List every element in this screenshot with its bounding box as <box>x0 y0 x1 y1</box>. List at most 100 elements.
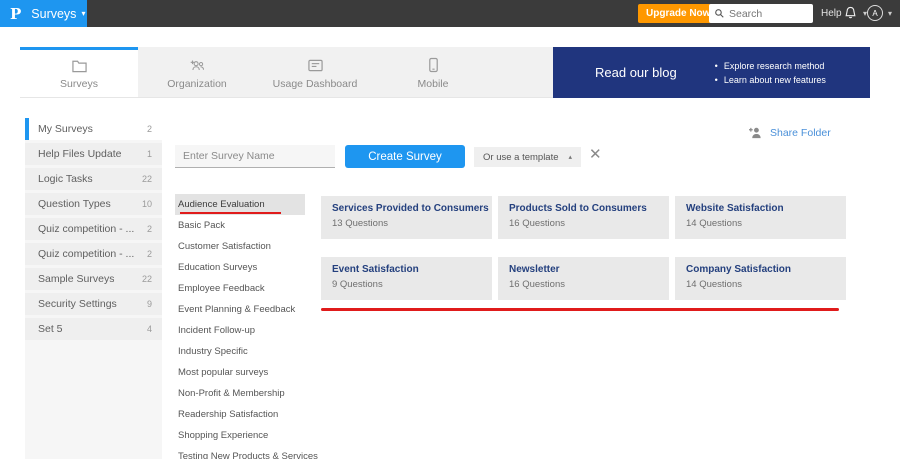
category-label: Customer Satisfaction <box>178 241 271 252</box>
folder-count-badge: 2 <box>146 249 152 259</box>
template-dropdown-label: Or use a template <box>483 151 559 163</box>
template-card-question-count: 16 Questions <box>509 218 565 229</box>
search-box[interactable] <box>709 4 813 23</box>
folder-label: Quiz competition - ... <box>38 248 135 260</box>
folder-label: Security Settings <box>38 298 117 310</box>
active-indicator-bar <box>25 218 29 240</box>
share-folder-button[interactable]: Share Folder <box>748 126 831 139</box>
template-category-item[interactable]: Event Planning & Feedback <box>175 299 305 320</box>
app-switcher[interactable]: P Surveys ▾ <box>0 0 87 27</box>
notifications-menu[interactable]: ▾ <box>843 5 867 21</box>
sidebar-folder-item[interactable]: Question Types 10 <box>25 193 162 215</box>
sidebar-folder-item[interactable]: Sample Surveys 22 <box>25 268 162 290</box>
chevron-down-icon: ▾ <box>81 9 86 18</box>
category-label: Education Surveys <box>178 262 258 273</box>
chevron-up-icon: ▴ <box>568 154 573 161</box>
close-icon[interactable]: ✕ <box>589 147 602 162</box>
template-category-item[interactable]: Non-Profit & Membership <box>175 383 305 404</box>
template-card-title: Newsletter <box>509 264 560 275</box>
template-category-item[interactable]: Industry Specific <box>175 341 305 362</box>
template-category-item[interactable]: Audience Evaluation <box>175 194 305 215</box>
template-card[interactable]: Event Satisfaction 9 Questions <box>321 257 492 300</box>
category-label: Audience Evaluation <box>178 199 265 210</box>
template-card-question-count: 9 Questions <box>332 279 383 290</box>
template-category-item[interactable]: Most popular surveys <box>175 362 305 383</box>
app-menu-label: Surveys <box>31 6 77 21</box>
template-category-item[interactable]: Readership Satisfaction <box>175 404 305 425</box>
sidebar-folder-item[interactable]: Quiz competition - ... 2 <box>25 243 162 265</box>
template-card[interactable]: Services Provided to Consumers 13 Questi… <box>321 196 492 239</box>
search-icon <box>715 9 724 18</box>
search-input[interactable] <box>729 7 809 20</box>
upgrade-now-button[interactable]: Upgrade Now <box>638 4 719 23</box>
template-category-item[interactable]: Employee Feedback <box>175 278 305 299</box>
template-card[interactable]: Website Satisfaction 14 Questions <box>675 196 846 239</box>
template-category-list: Audience Evaluation Basic Pack Customer … <box>175 194 318 459</box>
category-label: Event Planning & Feedback <box>178 304 296 315</box>
folder-label: Quiz competition - ... <box>38 223 135 235</box>
folder-label: Logic Tasks <box>38 173 93 185</box>
dashboard-icon <box>307 59 323 71</box>
folder-count-badge: 22 <box>141 174 152 184</box>
folder-count-badge: 9 <box>146 299 152 309</box>
template-card[interactable]: Company Satisfaction 14 Questions <box>675 257 846 300</box>
template-category-item[interactable]: Basic Pack <box>175 215 305 236</box>
template-card-title: Services Provided to Consumers <box>332 203 489 214</box>
template-category-item[interactable]: Testing New Products & Services <box>175 446 318 459</box>
category-label: Basic Pack <box>178 220 225 231</box>
sidebar-folder-item[interactable]: Logic Tasks 22 <box>25 168 162 190</box>
banner-bullet-list: Explore research methodLearn about new f… <box>715 59 826 87</box>
folder-label: Help Files Update <box>38 148 122 160</box>
template-category-item[interactable]: Shopping Experience <box>175 425 305 446</box>
template-card-question-count: 14 Questions <box>686 279 742 290</box>
folder-icon <box>71 60 87 72</box>
template-card-question-count: 14 Questions <box>686 218 742 229</box>
tab-mobile[interactable]: Mobile <box>374 47 492 97</box>
avatar: A <box>867 5 883 21</box>
template-card-question-count: 13 Questions <box>332 218 388 229</box>
share-folder-label: Share Folder <box>770 126 831 139</box>
sidebar-folder-item[interactable]: Security Settings 9 <box>25 293 162 315</box>
tab-label: Surveys <box>60 77 98 90</box>
folder-label: Set 5 <box>38 323 63 335</box>
annotation-underline-category <box>180 212 281 214</box>
tab-label: Usage Dashboard <box>272 77 358 90</box>
template-card-title: Website Satisfaction <box>686 203 784 214</box>
sidebar-folder-item[interactable]: Help Files Update 1 <box>25 143 162 165</box>
category-label: Incident Follow-up <box>178 325 256 336</box>
category-label: Non-Profit & Membership <box>178 388 285 399</box>
active-indicator-bar <box>25 193 29 215</box>
folder-count-badge: 10 <box>141 199 152 209</box>
template-category-item[interactable]: Incident Follow-up <box>175 320 305 341</box>
folder-label: Question Types <box>38 198 111 210</box>
template-card[interactable]: Newsletter 16 Questions <box>498 257 669 300</box>
template-card-title: Event Satisfaction <box>332 264 419 275</box>
tab-organization[interactable]: Organization <box>138 47 256 97</box>
template-category-item[interactable]: Education Surveys <box>175 257 305 278</box>
tab-surveys[interactable]: Surveys <box>20 47 138 97</box>
active-indicator-bar <box>25 293 29 315</box>
help-link[interactable]: Help <box>821 8 842 19</box>
category-label: Testing New Products & Services <box>178 451 318 459</box>
account-menu[interactable]: A ▾ <box>867 5 892 21</box>
people-add-icon <box>190 60 204 70</box>
sidebar-folder-item[interactable]: Quiz competition - ... 2 <box>25 218 162 240</box>
category-label: Readership Satisfaction <box>178 409 279 420</box>
sidebar-folder-item[interactable]: Set 5 4 <box>25 318 162 340</box>
main-tabs: Surveys Organization Usage Dashboard Mob… <box>20 47 553 98</box>
tab-usage-dashboard[interactable]: Usage Dashboard <box>256 47 374 97</box>
folder-count-badge: 22 <box>141 274 152 284</box>
read-blog-banner[interactable]: Read our blog Explore research methodLea… <box>553 47 870 98</box>
mobile-icon <box>428 57 438 73</box>
folder-label: My Surveys <box>38 123 93 135</box>
banner-title: Read our blog <box>595 65 677 80</box>
person-add-icon <box>749 127 761 139</box>
survey-name-input[interactable] <box>175 145 335 168</box>
create-survey-button[interactable]: Create Survey <box>345 145 465 168</box>
template-card[interactable]: Products Sold to Consumers 16 Questions <box>498 196 669 239</box>
template-category-item[interactable]: Customer Satisfaction <box>175 236 305 257</box>
template-dropdown[interactable]: Or use a template ▴ <box>474 147 582 167</box>
active-indicator-bar <box>25 143 29 165</box>
tab-label: Organization <box>167 77 227 90</box>
sidebar-folder-item[interactable]: My Surveys 2 <box>25 118 162 140</box>
